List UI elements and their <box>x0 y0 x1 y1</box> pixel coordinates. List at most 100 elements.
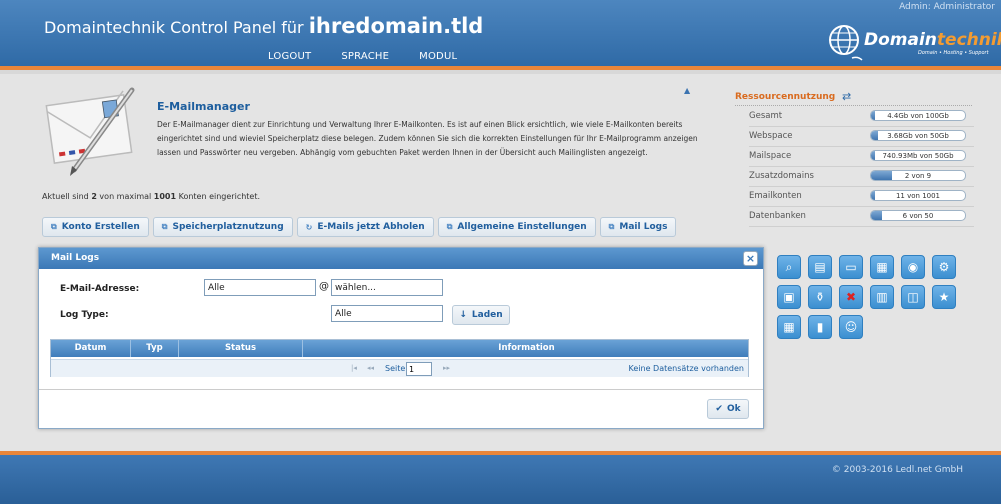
load-button[interactable]: ↓ Laden <box>452 305 510 325</box>
resource-value: 2 von 9 <box>904 172 932 180</box>
copyright: © 2003-2016 Ledl.net GmbH <box>831 465 963 475</box>
globe-icon[interactable]: ◉ <box>901 255 925 279</box>
resource-row: Mailspace 740.93Mb von 50Gb <box>749 147 974 167</box>
resource-row: Webspace 3.68Gb von 50Gb <box>749 127 974 147</box>
link-icon: ⧉ <box>608 222 615 231</box>
resource-value: 4.4Gb von 100Gb <box>887 112 949 120</box>
first-page-icon[interactable]: |◂ <box>351 364 357 372</box>
table-header: Datum Typ Status Information <box>51 340 748 357</box>
ok-label: Ok <box>726 404 741 414</box>
link-icon: ⧉ <box>161 222 168 231</box>
nav-modul[interactable]: MODUL <box>419 51 457 62</box>
ok-button[interactable]: ✔ Ok <box>707 399 749 419</box>
tab-speicherplatznutzung[interactable]: ⧉ Speicherplatznutzung <box>152 217 293 237</box>
logo-text: Domaintechnik <box>864 30 1001 50</box>
users-icon[interactable]: ☺ <box>839 315 863 339</box>
nav-sprache[interactable]: SPRACHE <box>341 51 389 62</box>
logo-accent: technik <box>936 30 1001 50</box>
server-icon[interactable]: ▦ <box>870 255 894 279</box>
mail-logs-dialog: Mail Logs × E-Mail-Adresse: @ Log Type: … <box>38 247 764 429</box>
stats-icon[interactable]: ▮ <box>808 315 832 339</box>
resource-bar: 4.4Gb von 100Gb <box>870 110 966 121</box>
tab-allgemeine-einstellungen[interactable]: ⧉ Allgemeine Einstellungen <box>437 217 596 237</box>
tab-label: Allgemeine Einstellungen <box>457 222 587 232</box>
count-max: 1001 <box>153 192 177 201</box>
column-status[interactable]: Status <box>179 340 303 357</box>
check-icon: ✔ <box>715 404 723 414</box>
logtype-select[interactable] <box>331 305 443 322</box>
search-user-icon[interactable]: ⌕ <box>777 255 801 279</box>
tab-label: Konto Erstellen <box>61 222 140 232</box>
logo-subtitle: Domain • Hosting • Support <box>918 50 989 56</box>
empty-records-text: Keine Datensätze vorhanden <box>628 364 744 373</box>
folder-star-icon[interactable]: ★ <box>932 285 956 309</box>
resource-value: 6 von 50 <box>902 212 934 220</box>
link-icon: ⧉ <box>446 222 453 231</box>
resource-value: 3.68Gb von 50Gb <box>887 132 949 140</box>
module-title: E-Mailmanager <box>157 100 250 113</box>
account-count: Aktuell sind 2 von maximal 1001 Konten e… <box>42 192 260 201</box>
network-icon[interactable]: ⚙ <box>932 255 956 279</box>
download-icon: ↓ <box>459 310 467 320</box>
resource-label: Datenbanken <box>749 211 806 221</box>
delete-icon[interactable]: ✖ <box>839 285 863 309</box>
page-label: Seite <box>385 364 406 373</box>
next-page-icon[interactable]: ▸▸ <box>443 364 450 372</box>
page-input[interactable] <box>406 362 432 376</box>
column-datum[interactable]: Datum <box>51 340 131 357</box>
resource-label: Emailkonten <box>749 191 802 201</box>
tab-emails-abholen[interactable]: ↻ E-Mails jetzt Abholen <box>296 217 434 237</box>
resource-bar: 6 von 50 <box>870 210 966 221</box>
email-domain-select[interactable] <box>331 279 443 296</box>
nav-logout[interactable]: LOGOUT <box>268 51 311 62</box>
resource-label: Gesamt <box>749 111 783 121</box>
resources-title: Ressourcennutzung <box>735 92 836 102</box>
column-typ[interactable]: Typ <box>131 340 179 357</box>
site-title-domain: ihredomain.tld <box>308 14 484 38</box>
resource-row: Emailkonten 11 von 1001 <box>749 187 974 207</box>
resources-divider <box>735 105 972 106</box>
resource-row: Zusatzdomains 2 von 9 <box>749 167 974 187</box>
resource-bar: 740.93Mb von 50Gb <box>870 150 966 161</box>
dialog-header: Mail Logs × <box>39 248 763 269</box>
admin-label[interactable]: Admin: Administrator <box>899 2 995 12</box>
close-icon[interactable]: × <box>743 251 758 266</box>
action-tabs: ⧉ Konto Erstellen ⧉ Speicherplatznutzung ↻… <box>42 217 680 237</box>
logtype-label: Log Type: <box>60 310 109 320</box>
column-information[interactable]: Information <box>303 340 750 357</box>
prev-page-icon[interactable]: ◂◂ <box>367 364 374 372</box>
resource-bar: 11 von 1001 <box>870 190 966 201</box>
logo: Domaintechnik Domain • Hosting • Support <box>822 20 1001 64</box>
folder-icon[interactable]: ▭ <box>839 255 863 279</box>
resource-label: Mailspace <box>749 151 792 161</box>
dialog-title: Mail Logs <box>51 253 100 263</box>
tab-label: Mail Logs <box>619 222 668 232</box>
table-pager: |◂ ◂◂ Seite ▸▸ Keine Datensätze vorhande… <box>51 359 748 377</box>
envelope-icon <box>45 87 135 176</box>
calendar-icon[interactable]: ▦ <box>777 315 801 339</box>
resource-row: Datenbanken 6 von 50 <box>749 207 974 227</box>
image-icon[interactable]: ▣ <box>777 285 801 309</box>
tab-mail-logs[interactable]: ⧉ Mail Logs <box>599 217 677 237</box>
load-label: Laden <box>471 310 503 320</box>
module-description: Der E-Mailmanager dient zur Einrichtung … <box>157 120 698 157</box>
email-user-input[interactable] <box>204 279 316 296</box>
folder-open-icon[interactable]: ◫ <box>901 285 925 309</box>
collapse-arrow-icon[interactable]: ▲ <box>684 86 690 95</box>
refresh-icon[interactable]: ⇄ <box>842 90 851 103</box>
notes-icon[interactable]: ▥ <box>870 285 894 309</box>
count-suffix: Konten eingerichtet. <box>176 192 261 201</box>
mail-log-table: Datum Typ Status Information |◂ ◂◂ Seite… <box>50 339 749 377</box>
tab-label: Speicherplatznutzung <box>172 222 284 232</box>
resource-bar: 3.68Gb von 50Gb <box>870 130 966 141</box>
tab-label: E-Mails jetzt Abholen <box>317 222 425 232</box>
logo-main: Domain <box>864 30 937 50</box>
top-nav: LOGOUT SPRACHE MODUL <box>268 51 487 62</box>
tab-konto-erstellen[interactable]: ⧉ Konto Erstellen <box>42 217 149 237</box>
document-icon[interactable]: ▤ <box>808 255 832 279</box>
count-middle: von maximal <box>96 192 154 201</box>
resource-bar: 2 von 9 <box>870 170 966 181</box>
bottle-icon[interactable]: ⚱ <box>808 285 832 309</box>
dialog-divider <box>39 389 763 390</box>
footer: © 2003-2016 Ledl.net GmbH <box>0 451 1001 504</box>
